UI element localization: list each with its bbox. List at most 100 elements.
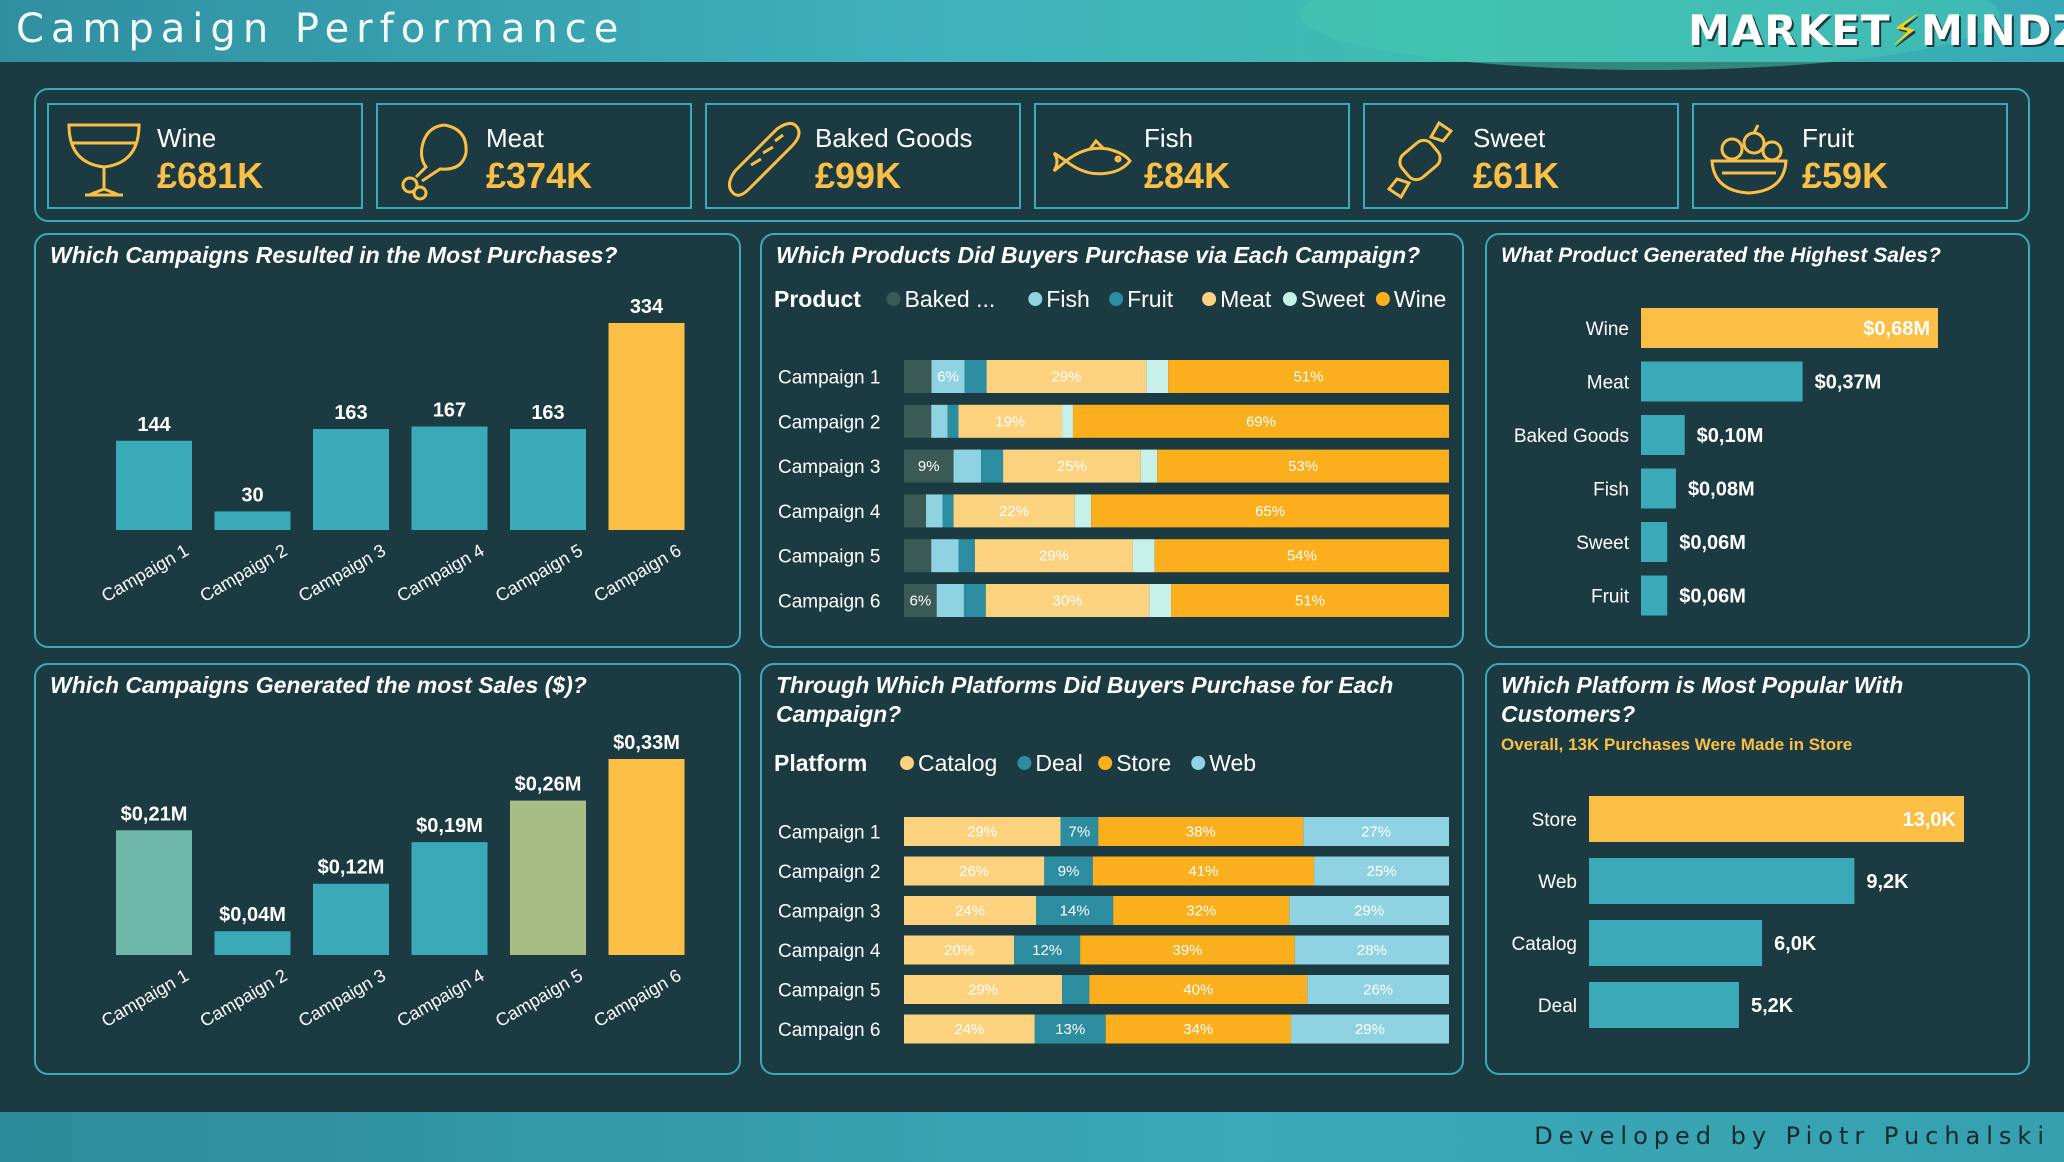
y-tick-label: Web (1538, 872, 1577, 893)
segment-label: 69% (1246, 413, 1276, 430)
x-tick-label: Campaign 3 (295, 965, 389, 1031)
bar-segment[interactable] (926, 494, 943, 528)
panel-products: Which Products Did Buyers Purchase via E… (760, 233, 1464, 648)
legend-item[interactable]: Web (1209, 750, 1256, 776)
bar-segment[interactable] (942, 494, 954, 528)
bar-segment[interactable] (1149, 584, 1172, 617)
segment-label: 54% (1287, 548, 1317, 565)
bar-segment[interactable] (1062, 404, 1073, 438)
legend-marker (1202, 292, 1217, 306)
segment-label: 9% (918, 458, 940, 475)
panel-platforms: Through Which Platforms Did Buyers Purch… (760, 663, 1464, 1075)
sales-chart: $0,21M Campaign 1 $0,04M Campaign 2 $0,12M Ca… (98, 732, 685, 1031)
bar[interactable] (313, 883, 389, 955)
kpi-card-fruit[interactable]: Fruit £59K (1692, 103, 2008, 209)
legend-item[interactable]: Wine (1394, 286, 1446, 312)
bar[interactable] (411, 842, 488, 955)
lightning-bolt-icon: ⚡ (1890, 6, 1922, 55)
bar[interactable] (1589, 858, 1855, 904)
y-tick-label: Store (1532, 810, 1577, 831)
x-tick-label: Campaign 5 (492, 965, 586, 1031)
y-tick-label: Campaign 6 (778, 592, 880, 613)
bar[interactable] (1641, 361, 1803, 402)
bar-value-label: $0,08M (1688, 479, 1755, 501)
kpi-value: £84K (1144, 155, 1231, 196)
bar[interactable] (116, 830, 192, 955)
bar[interactable] (313, 428, 389, 530)
bar[interactable] (1589, 920, 1763, 966)
segment-label: 53% (1288, 458, 1318, 475)
bar-segment[interactable] (958, 539, 975, 573)
kpi-card-baked-goods[interactable]: Baked Goods £99K (705, 103, 1021, 209)
bar-segment[interactable] (931, 404, 948, 438)
bar-segment[interactable] (947, 404, 959, 438)
legend-item[interactable]: Catalog (918, 750, 997, 776)
bar[interactable] (510, 428, 586, 530)
y-tick-label: Campaign 5 (778, 547, 880, 568)
bar[interactable] (1589, 982, 1739, 1028)
segment-label: 9% (1058, 863, 1080, 880)
bar-value-label: 167 (433, 400, 466, 422)
bar[interactable] (1641, 468, 1676, 509)
bar-value-label: 163 (531, 402, 564, 424)
bar-segment[interactable] (904, 494, 927, 528)
bar[interactable] (608, 323, 685, 530)
legend-item[interactable]: Store (1116, 750, 1171, 776)
bar-segment[interactable] (931, 539, 959, 573)
bar-segment[interactable] (963, 584, 986, 617)
bar[interactable] (116, 440, 192, 530)
legend-marker (886, 292, 901, 306)
legend-marker (900, 756, 914, 770)
bar-segment[interactable] (953, 449, 982, 483)
bar-segment[interactable] (1140, 449, 1158, 483)
bar-segment[interactable] (1132, 539, 1155, 573)
bar-value-label: $0,26M (515, 774, 582, 796)
candy-icon (1386, 120, 1454, 200)
segment-label: 26% (959, 863, 989, 880)
legend-title: Product (774, 286, 861, 312)
y-tick-label: Campaign 4 (778, 941, 881, 962)
bar[interactable] (1641, 522, 1668, 562)
bar[interactable] (214, 931, 291, 955)
segment-label: 29% (1051, 369, 1081, 386)
bar-segment[interactable] (1074, 494, 1092, 528)
bar[interactable] (608, 759, 685, 955)
legend-item[interactable]: Baked ... (905, 286, 996, 312)
bar-value-label: $0,04M (219, 904, 286, 926)
bar-segment[interactable] (981, 449, 1004, 483)
segment-label: 14% (1060, 903, 1090, 920)
legend-item[interactable]: Sweet (1301, 286, 1366, 312)
bar-segment[interactable] (904, 404, 932, 438)
legend-item[interactable]: Meat (1220, 286, 1272, 312)
x-tick-label: Campaign 3 (295, 540, 389, 606)
bar[interactable] (214, 511, 291, 530)
bar[interactable] (1641, 415, 1685, 455)
panel-sales: Which Campaigns Generated the most Sales… (34, 663, 741, 1075)
bar-segment[interactable] (1062, 975, 1090, 1004)
y-tick-label: Meat (1587, 373, 1630, 394)
kpi-card-wine[interactable]: Wine £681K (47, 103, 363, 209)
kpi-card-sweet[interactable]: Sweet £61K (1363, 103, 1679, 209)
segment-label: 24% (954, 1021, 984, 1038)
segment-label: 38% (1186, 824, 1216, 841)
segment-label: 40% (1183, 982, 1213, 999)
bar-segment[interactable] (936, 584, 964, 617)
legend-item[interactable]: Fruit (1127, 286, 1174, 312)
legend-item[interactable]: Fish (1046, 286, 1089, 312)
brand-logo: MARKET⚡MINDZ (1688, 6, 2064, 55)
bar[interactable] (1641, 575, 1668, 616)
bar-segment[interactable] (1146, 360, 1169, 393)
bar-segment[interactable] (964, 360, 987, 393)
segment-label: 34% (1183, 1021, 1213, 1038)
kpi-card-meat[interactable]: Meat £374K (376, 103, 692, 209)
legend-item[interactable]: Deal (1035, 750, 1082, 776)
x-tick-label: Campaign 6 (590, 540, 684, 606)
segment-label: 51% (1295, 593, 1325, 610)
kpi-card-fish[interactable]: Fish £84K (1034, 103, 1350, 209)
legend-marker (1028, 292, 1043, 306)
bar[interactable] (411, 426, 488, 531)
bar[interactable] (510, 800, 586, 955)
bar-value-label: 6,0K (1774, 933, 1817, 955)
bar-segment[interactable] (904, 539, 932, 573)
bar-segment[interactable] (904, 360, 932, 393)
